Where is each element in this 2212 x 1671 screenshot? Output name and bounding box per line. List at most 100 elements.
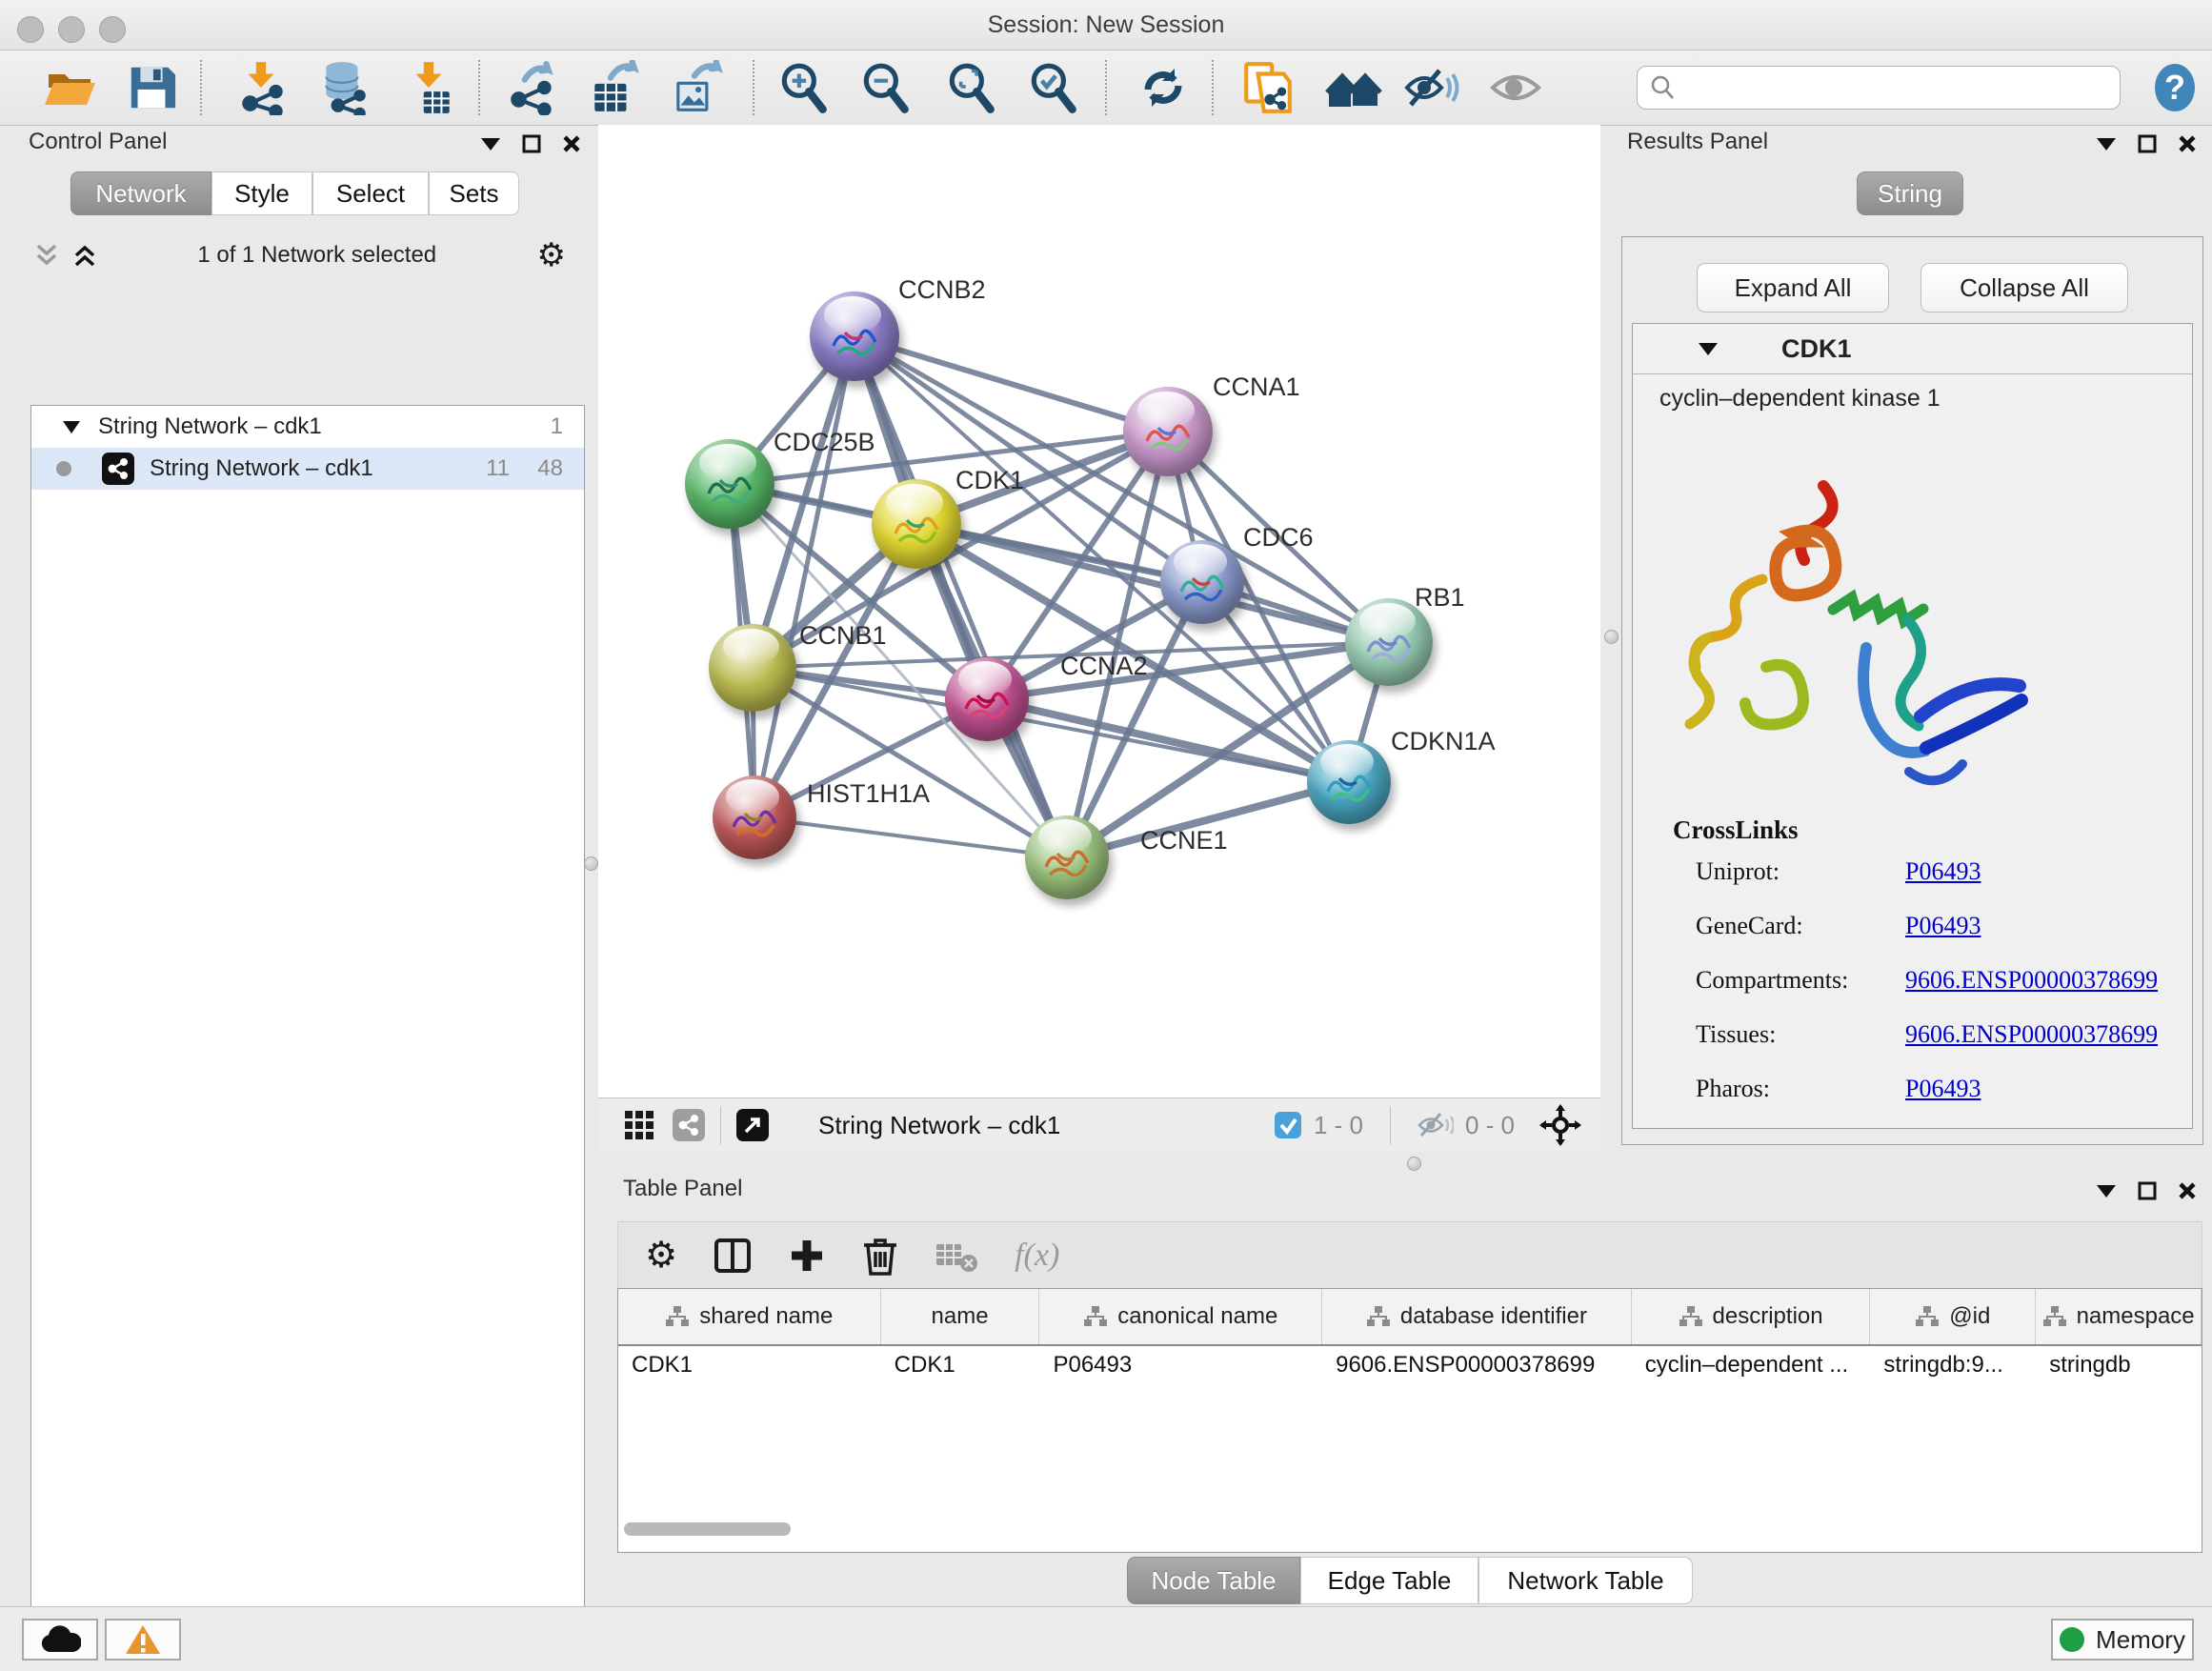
column-header[interactable]: @id xyxy=(1870,1289,2036,1344)
crosslink-link[interactable]: P06493 xyxy=(1905,1075,1981,1103)
column-header[interactable]: description xyxy=(1632,1289,1871,1344)
panel-close-icon[interactable] xyxy=(2178,1181,2197,1200)
crosslink-link[interactable]: P06493 xyxy=(1905,857,1981,886)
show-columns-icon[interactable] xyxy=(714,1237,752,1275)
network-canvas[interactable]: CCNB2CCNA1CDC25BCDK1CDC6RB1CCNB1CCNA2CDK… xyxy=(598,125,1600,1097)
node-label-CCNB1: CCNB1 xyxy=(799,621,887,651)
warnings-button[interactable] xyxy=(105,1619,181,1661)
expand-all-button[interactable]: Expand All xyxy=(1697,263,1889,312)
tab-network[interactable]: Network xyxy=(70,171,211,215)
first-neighbors-button[interactable] xyxy=(1324,58,1383,117)
panel-close-icon[interactable] xyxy=(2178,134,2197,153)
table-cell[interactable]: CDK1 xyxy=(881,1346,1040,1388)
cloud-services-button[interactable] xyxy=(22,1619,98,1661)
zoom-in-button[interactable] xyxy=(774,58,833,117)
crosslink-link[interactable]: P06493 xyxy=(1905,912,1981,940)
table-row[interactable]: CDK1CDK1P064939606.ENSP00000378699cyclin… xyxy=(618,1346,2202,1388)
crosslink-row: Uniprot:P06493 xyxy=(1696,857,1981,886)
network-node-CDKN1A[interactable] xyxy=(1307,740,1391,824)
column-header[interactable]: name xyxy=(881,1289,1040,1344)
column-header[interactable]: namespace xyxy=(2036,1289,2202,1344)
import-network-database-button[interactable] xyxy=(314,58,373,117)
network-node-CDC25B[interactable] xyxy=(685,439,774,529)
table-cell[interactable]: stringdb xyxy=(2036,1346,2202,1388)
network-node-CCNA2[interactable] xyxy=(945,657,1029,741)
network-node-CDC6[interactable] xyxy=(1160,540,1244,624)
network-node-CCNE1[interactable] xyxy=(1025,815,1109,899)
network-options-gear-icon[interactable]: ⚙ xyxy=(537,236,566,274)
export-image-button[interactable] xyxy=(667,58,726,117)
panel-menu-icon[interactable] xyxy=(2096,136,2117,151)
panel-close-icon[interactable] xyxy=(562,134,581,153)
pan-crosshair-icon[interactable] xyxy=(1539,1104,1581,1146)
refresh-network-button[interactable] xyxy=(1134,58,1193,117)
column-header[interactable]: database identifier xyxy=(1322,1289,1632,1344)
panel-menu-icon[interactable] xyxy=(2096,1183,2117,1198)
entry-expander-icon[interactable] xyxy=(1698,341,1719,356)
tab-sets[interactable]: Sets xyxy=(429,171,519,215)
crosslink-label: GeneCard: xyxy=(1696,912,1905,940)
column-header[interactable]: canonical name xyxy=(1039,1289,1322,1344)
help-button[interactable]: ? xyxy=(2145,58,2204,117)
tab-style[interactable]: Style xyxy=(211,171,312,215)
tree-expander-icon[interactable] xyxy=(62,420,81,434)
search-icon xyxy=(1649,74,1676,101)
table-cell[interactable]: stringdb:9... xyxy=(1870,1346,2036,1388)
panel-float-icon[interactable] xyxy=(2138,134,2157,153)
panel-menu-icon[interactable] xyxy=(480,136,501,151)
zoom-fit-button[interactable] xyxy=(941,58,1000,117)
collapse-all-chevron-icon[interactable] xyxy=(34,243,59,268)
delete-column-icon[interactable] xyxy=(862,1236,898,1276)
tab-node-table[interactable]: Node Table xyxy=(1127,1557,1300,1604)
network-node-CCNB2[interactable] xyxy=(810,292,899,381)
table-cell[interactable]: P06493 xyxy=(1039,1346,1322,1388)
network-collection-row[interactable]: String Network – cdk1 1 xyxy=(31,406,584,448)
scrollbar-thumb[interactable] xyxy=(624,1522,791,1536)
save-session-button[interactable] xyxy=(122,58,181,117)
vertical-splitter-grip[interactable] xyxy=(584,856,598,871)
detach-view-button[interactable] xyxy=(736,1109,769,1141)
panel-float-icon[interactable] xyxy=(2138,1181,2157,1200)
crosslink-link[interactable]: 9606.ENSP00000378699 xyxy=(1905,966,2158,995)
clear-table-icon xyxy=(935,1238,978,1273)
tab-select[interactable]: Select xyxy=(312,171,429,215)
table-cell[interactable]: cyclin–dependent ... xyxy=(1632,1346,1871,1388)
crosslink-link[interactable]: 9606.ENSP00000378699 xyxy=(1905,1020,2158,1049)
search-bar[interactable] xyxy=(1637,66,2121,110)
grid-view-icon[interactable] xyxy=(623,1109,655,1141)
network-view-string-icon[interactable] xyxy=(673,1109,705,1141)
add-column-icon[interactable] xyxy=(788,1237,826,1275)
network-node-CDK1[interactable] xyxy=(872,479,961,569)
panel-float-icon[interactable] xyxy=(522,134,541,153)
search-input[interactable] xyxy=(1676,73,2099,102)
column-header[interactable]: shared name xyxy=(618,1289,881,1344)
selected-checkbox-icon[interactable] xyxy=(1274,1111,1302,1139)
vertical-splitter-grip[interactable] xyxy=(1604,630,1619,644)
duplicate-network-button[interactable] xyxy=(1238,58,1297,117)
export-table-button[interactable] xyxy=(585,58,644,117)
network-node-CCNB1[interactable] xyxy=(709,624,796,712)
collapse-all-button[interactable]: Collapse All xyxy=(1920,263,2128,312)
import-table-file-button[interactable] xyxy=(400,58,459,117)
table-cell[interactable]: CDK1 xyxy=(618,1346,881,1388)
show-all-button[interactable] xyxy=(1486,58,1545,117)
node-entry-header[interactable]: CDK1 xyxy=(1633,324,2192,374)
memory-button[interactable]: Memory xyxy=(2051,1619,2194,1661)
tab-string-results[interactable]: String xyxy=(1857,171,1963,215)
network-node-HIST1H1A[interactable] xyxy=(713,775,796,859)
zoom-out-button[interactable] xyxy=(855,58,915,117)
table-horizontal-scrollbar[interactable] xyxy=(624,1522,2196,1538)
expand-all-chevron-icon[interactable] xyxy=(72,243,97,268)
network-node-CCNA1[interactable] xyxy=(1123,387,1213,476)
tab-network-table[interactable]: Network Table xyxy=(1478,1557,1693,1604)
open-session-button[interactable] xyxy=(40,58,99,117)
tab-edge-table[interactable]: Edge Table xyxy=(1300,1557,1478,1604)
zoom-selected-button[interactable] xyxy=(1023,58,1082,117)
table-cell[interactable]: 9606.ENSP00000378699 xyxy=(1322,1346,1632,1388)
hide-selected-button[interactable] xyxy=(1402,58,1461,117)
export-network-button[interactable] xyxy=(503,58,562,117)
table-options-gear-icon[interactable]: ⚙ xyxy=(645,1234,677,1277)
horizontal-splitter-grip[interactable] xyxy=(1407,1157,1421,1171)
network-row[interactable]: String Network – cdk1 11 48 xyxy=(31,448,584,490)
import-network-file-button[interactable] xyxy=(232,58,292,117)
